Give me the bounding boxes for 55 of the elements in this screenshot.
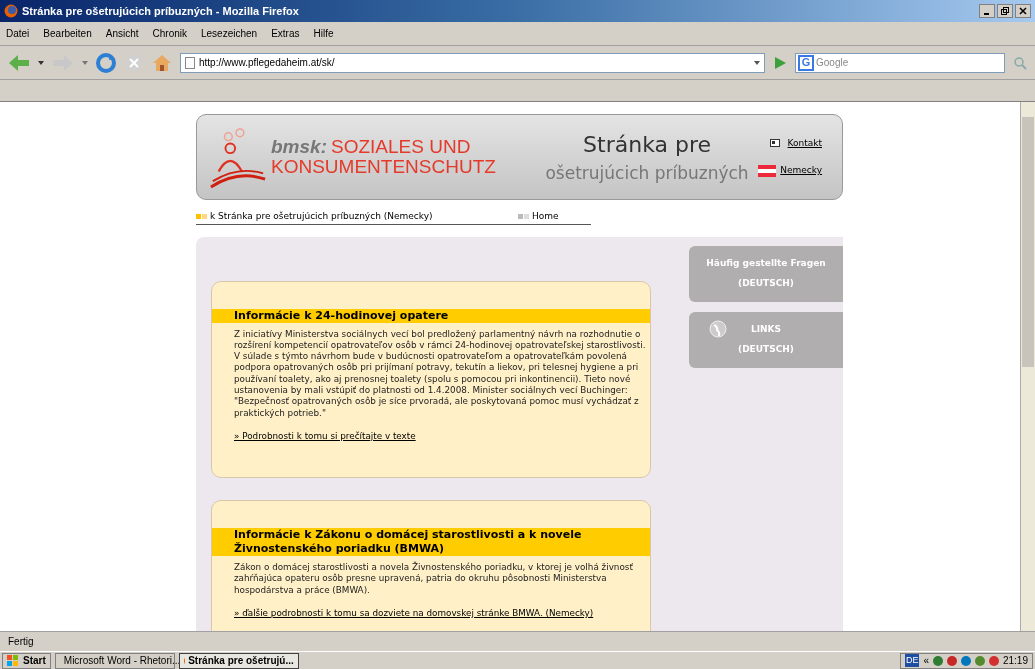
- clock: 21:19: [1002, 654, 1028, 668]
- minimize-button[interactable]: [979, 4, 995, 18]
- restore-button[interactable]: [997, 4, 1013, 18]
- logo-text: SOZIALES UND: [331, 137, 471, 157]
- dropdown-caret-icon[interactable]: [754, 60, 760, 65]
- restore-icon: [1001, 7, 1009, 15]
- card-heading: Informácie k Zákonu o domácej starostlivosti a k novele Živnostenského poriadku (BMWA): [234, 528, 583, 557]
- menu-item[interactable]: Extras: [271, 26, 300, 41]
- logo-prefix: bmsk:: [271, 137, 327, 157]
- breadcrumb-link[interactable]: Home: [532, 210, 559, 224]
- dropdown-caret-icon[interactable]: [38, 60, 44, 65]
- logo-text: KONSUMENTENSCHUTZ: [271, 157, 496, 177]
- language-indicator: DE: [904, 653, 920, 668]
- close-icon: [1019, 7, 1027, 15]
- menu-item[interactable]: Hilfe: [313, 26, 334, 41]
- tray-expand-button[interactable]: «: [923, 653, 929, 668]
- header-title: Stránka pre: [583, 130, 712, 159]
- globe-icon: [709, 319, 727, 338]
- menu-item[interactable]: Ansicht: [105, 26, 139, 41]
- taskbar-button[interactable]: Stránka pre ošetrujú...: [178, 652, 299, 669]
- tray-icon[interactable]: [988, 655, 999, 666]
- reload-icon[interactable]: [96, 52, 116, 73]
- tray-icon[interactable]: [946, 655, 957, 666]
- page-icon: [185, 56, 195, 69]
- menu-item[interactable]: Chronik: [152, 26, 187, 41]
- contact-link[interactable]: Kontakt: [787, 136, 822, 150]
- tray-icon[interactable]: [974, 655, 985, 666]
- search-field[interactable]: Google: [816, 55, 1004, 70]
- breadcrumb-link[interactable]: k Stránka pre ošetrujúcich príbuzných (Nemecky): [210, 210, 433, 224]
- address-field[interactable]: http://www.pflegedaheim.at/sk/: [199, 55, 750, 70]
- menu-item[interactable]: Bearbeiten: [43, 26, 92, 41]
- card-heading: Informácie k 24-hodinovej opatere: [234, 308, 450, 323]
- menu-item[interactable]: Lesezeichen: [201, 26, 258, 41]
- card-text: Zákon o domácej starostlivosti a novela Živnostenského poriadku, v ktorej je volhá živnosť zahŕňajúca opateru osôb presne upravená, patria do okruhu pôsobnosti Ministerstva hospodárstva a práce (BMWA).: [233, 562, 634, 596]
- menu-item[interactable]: Datei: [6, 26, 30, 41]
- close-button[interactable]: [1015, 4, 1031, 18]
- details-link[interactable]: » Podrobnosti k tomu si prečítajte v texte: [234, 429, 416, 444]
- search-bar[interactable]: G Google: [795, 52, 1005, 73]
- back-arrow-icon[interactable]: [8, 53, 30, 72]
- austrian-flag-icon: [758, 164, 777, 177]
- tray-icon[interactable]: [932, 655, 943, 666]
- windows-logo-icon: [7, 654, 19, 667]
- card-text: Z iniciatívy Ministerstva sociálnych vecí bol predložený parlamentný návrh na rozhodnutie o rozšírení kompetencií opatrovateľov osôb v rámci 24-hodinovej opatrovateľskej starostlivosti. V súlade s týmto návrhom bude v budúcnosti opatrovateľom a opatrovateľkám povolená podpora opatrovaných osôb pri prijímaní potravy, tekutín a liekov, pri telesnej hygiene a pri používaní toalety, ako aj prenosnej toalety (spolu s pomocou pri inkontinencii). Tieto nové ustanovenia by mali vstúpiť do platnosti od 1.4.2008. Minister sociálnych vecí Buchinger: "Bezpečnosť opatrovaných osôb je síce prvoradá, ale poskytovaná pomoc musí vychádzať z praktických potrieb.": [233, 328, 647, 419]
- details-link[interactable]: » ďalšie podrobnosti k tomu sa dozviete na domovskej stránke BMWA. (Nemecky): [234, 606, 594, 621]
- go-icon[interactable]: [773, 55, 787, 70]
- tray-icon[interactable]: [960, 655, 971, 666]
- status-text: Fertig: [8, 635, 34, 649]
- contact-card-icon: [769, 138, 780, 148]
- language-link[interactable]: Nemecky: [780, 164, 822, 178]
- home-icon[interactable]: [152, 52, 172, 73]
- address-bar[interactable]: http://www.pflegedaheim.at/sk/: [180, 52, 765, 73]
- google-icon[interactable]: G: [798, 54, 814, 71]
- window-title: Stránka pre ošetrujúcich príbuzných - Mozilla Firefox: [22, 3, 300, 19]
- start-button[interactable]: Start: [2, 652, 51, 669]
- header-subtitle: ošetrujúcich príbuzných: [545, 161, 749, 185]
